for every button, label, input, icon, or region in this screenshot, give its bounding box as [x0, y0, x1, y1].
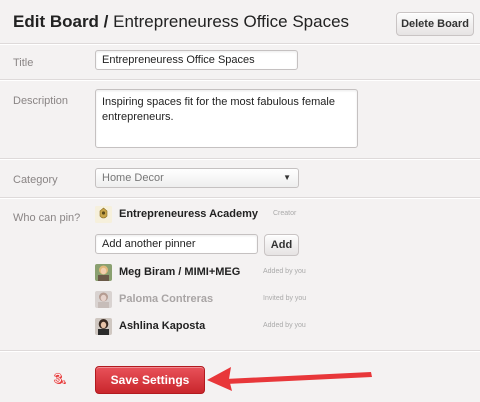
description-textarea[interactable]: Inspiring spaces fit for the most fabulo…: [95, 89, 358, 148]
page-title-separator: /: [98, 12, 114, 31]
who-can-pin-label: Who can pin?: [13, 212, 81, 224]
pinner-row: Meg Biram / MIMI+MEG Added by you: [95, 264, 335, 284]
owner-logo-icon: [95, 206, 112, 223]
avatar: [95, 264, 112, 281]
description-label: Description: [13, 95, 69, 107]
pinner-name[interactable]: Ashlina Kaposta: [119, 320, 205, 332]
board-owner-row: Entrepreneuress Academy Creator: [95, 206, 335, 226]
pinner-row: Paloma Contreras Invited by you: [95, 291, 335, 311]
page-title: Edit Board / Entrepreneuress Office Spac…: [13, 12, 349, 32]
divider: [0, 197, 480, 199]
delete-board-button[interactable]: Delete Board: [396, 12, 474, 36]
pinner-status: Added by you: [263, 268, 306, 275]
pinner-status: Added by you: [263, 322, 306, 329]
avatar: [95, 318, 112, 335]
divider: [0, 43, 480, 45]
divider: [0, 158, 480, 160]
divider: [0, 79, 480, 81]
owner-role: Creator: [273, 210, 297, 217]
step-number: 3.: [54, 370, 66, 387]
avatar: [95, 291, 112, 308]
board-header: Edit Board / Entrepreneuress Office Spac…: [0, 0, 480, 44]
add-pinner-input[interactable]: Add another pinner: [95, 234, 258, 254]
add-pinner-button[interactable]: Add: [264, 234, 299, 256]
category-selected-value: Home Decor: [102, 172, 164, 184]
save-settings-button[interactable]: Save Settings: [95, 366, 205, 394]
owner-name[interactable]: Entrepreneuress Academy: [119, 208, 258, 220]
board-name: Entrepreneuress Office Spaces: [113, 12, 350, 31]
category-label: Category: [13, 174, 58, 186]
pinner-status: Invited by you: [263, 295, 307, 302]
title-input[interactable]: Entrepreneuress Office Spaces: [95, 50, 298, 70]
chevron-down-icon: ▼: [283, 173, 291, 182]
pinner-row: Ashlina Kaposta Added by you: [95, 318, 335, 338]
pinner-name[interactable]: Paloma Contreras: [119, 293, 213, 305]
category-select[interactable]: Home Decor ▼: [95, 168, 299, 188]
divider: [0, 350, 480, 352]
page-title-prefix: Edit Board: [13, 12, 99, 31]
pinner-name[interactable]: Meg Biram / MIMI+MEG: [119, 266, 240, 278]
pointer-arrow-icon: [207, 367, 372, 391]
title-label: Title: [13, 57, 34, 69]
